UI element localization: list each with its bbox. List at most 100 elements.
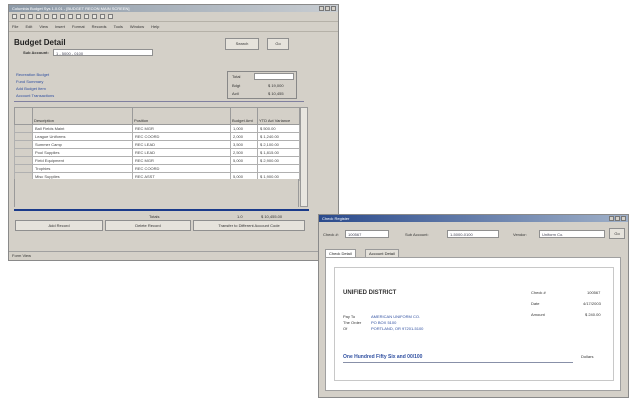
filter-icon[interactable] [76, 14, 81, 19]
vertical-scrollbar[interactable] [300, 107, 308, 207]
cell-description[interactable]: Field Equipment [32, 156, 133, 165]
cell-amount[interactable]: 2,500 [230, 148, 258, 157]
budget-detail-window: Columbia Budget Sys 1.0.01 - [BUDGET REC… [8, 4, 339, 261]
cell-ytd[interactable]: $ 1,240.00 [257, 132, 300, 141]
copy-icon[interactable] [44, 14, 49, 19]
cell-amount[interactable]: 3,500 [230, 140, 258, 149]
summary-underline [14, 101, 304, 102]
table-row[interactable]: Field Equipment REC MGR 5,000 $ 2,900.00 [14, 156, 300, 165]
menu-bar: File Edit View Insert Format Records Too… [9, 22, 338, 32]
cut-icon[interactable] [36, 14, 41, 19]
menu-records[interactable]: Records [92, 24, 107, 29]
cell-position[interactable]: REC MGR [132, 124, 231, 133]
row-selector[interactable] [14, 132, 33, 141]
table-row[interactable]: Trophies REC COORD [14, 164, 300, 173]
help-icon[interactable] [108, 14, 113, 19]
menu-tools[interactable]: Tools [114, 24, 123, 29]
close-button[interactable] [331, 6, 336, 11]
cell-position[interactable]: REC MGR [132, 156, 231, 165]
cell-ytd[interactable]: $ 2,100.00 [257, 140, 300, 149]
sub-account-field[interactable]: 1 - 5000 - 0100 [53, 49, 153, 56]
check-meta-value-0: 100567 [587, 290, 601, 295]
table-row[interactable]: League Uniforms REC COORD 2,000 $ 1,240.00 [14, 132, 300, 141]
transfer-account-button[interactable]: Transfer to Different Account Code [193, 220, 305, 231]
cell-position[interactable]: REC LEAD [132, 148, 231, 157]
cell-description[interactable]: Pool Supplies [32, 148, 133, 157]
check-sub-account-field[interactable]: 1-5000-0100 [447, 230, 499, 238]
cell-ytd[interactable]: $ 500.00 [257, 124, 300, 133]
menu-insert[interactable]: Insert [55, 24, 65, 29]
status-bar: Form View [9, 251, 338, 260]
preview-icon[interactable] [28, 14, 33, 19]
col-description[interactable]: Description [32, 107, 133, 125]
menu-window[interactable]: Window [130, 24, 144, 29]
add-budget-item-field[interactable]: Add Budget Item [16, 86, 46, 91]
menu-edit[interactable]: Edit [25, 24, 32, 29]
totals-box: Total Bdgt $ 19,000 Actl $ 10,455 [227, 71, 297, 99]
paste-icon[interactable] [52, 14, 57, 19]
payee-line-3: PORTLAND, OR 97201-5100 [371, 326, 424, 331]
col-budget-amt[interactable]: Budget Amt [230, 107, 258, 125]
row-selector[interactable] [14, 148, 33, 157]
delete-record-button[interactable]: Delete Record [105, 220, 191, 231]
total-label: Total [232, 74, 241, 79]
col-ytd-variance[interactable]: YTD Act Variance [257, 107, 300, 125]
new-record-icon[interactable] [92, 14, 97, 19]
menu-format[interactable]: Format [72, 24, 85, 29]
recreation-budget-field[interactable]: Recreation Budget [16, 72, 49, 77]
minimize-button[interactable] [319, 6, 324, 11]
cell-position[interactable]: REC COORD [132, 164, 231, 173]
tab-account-detail[interactable]: Account Detail [365, 249, 399, 257]
cell-amount[interactable]: 2,000 [230, 132, 258, 141]
row-selector[interactable] [14, 164, 33, 173]
find-icon[interactable] [84, 14, 89, 19]
search-button[interactable]: Search [225, 38, 259, 50]
maximize-button[interactable] [325, 6, 330, 11]
row-selector[interactable] [14, 140, 33, 149]
district-name: UNIFIED DISTRICT [343, 290, 397, 296]
cell-amount[interactable]: 1,000 [230, 124, 258, 133]
check-close-button[interactable] [621, 216, 626, 221]
delete-record-icon[interactable] [100, 14, 105, 19]
cell-amount[interactable]: 5,000 [230, 156, 258, 165]
cell-amount[interactable] [230, 164, 258, 173]
pay-to-label: Pay To The Order Of [343, 314, 362, 331]
check-sub-account-label: Sub Account: [405, 232, 429, 237]
check-go-button[interactable]: Go [609, 228, 625, 239]
tab-check-detail[interactable]: Check Detail [325, 249, 356, 257]
total-field[interactable] [254, 73, 294, 80]
check-maximize-button[interactable] [615, 216, 620, 221]
vendor-field[interactable]: Uniform Co. [539, 230, 605, 238]
go-button[interactable]: Go [267, 38, 289, 50]
menu-file[interactable]: File [12, 24, 18, 29]
cell-ytd[interactable] [257, 164, 300, 173]
budget-window-title: Columbia Budget Sys 1.0.01 - [BUDGET REC… [12, 6, 130, 11]
col-position[interactable]: Position [132, 107, 231, 125]
undo-icon[interactable] [60, 14, 65, 19]
cell-description[interactable]: Ball Fields Maint [32, 124, 133, 133]
cell-description[interactable]: Trophies [32, 164, 133, 173]
menu-help[interactable]: Help [151, 24, 159, 29]
check-window-titlebar: Check Register [319, 215, 628, 222]
cell-ytd[interactable]: $ 2,900.00 [257, 156, 300, 165]
fund-summary-field[interactable]: Fund Summary [16, 79, 43, 84]
table-row[interactable]: Pool Supplies REC LEAD 2,500 $ 1,815.00 [14, 148, 300, 157]
cell-position[interactable]: REC LEAD [132, 140, 231, 149]
cell-ytd[interactable]: $ 1,815.00 [257, 148, 300, 157]
row-selector[interactable] [14, 156, 33, 165]
save-icon[interactable] [12, 14, 17, 19]
add-record-button[interactable]: Add Record [15, 220, 103, 231]
toolbar [9, 12, 338, 22]
row-selector[interactable] [14, 124, 33, 133]
cell-description[interactable]: League Uniforms [32, 132, 133, 141]
account-transactions-field[interactable]: Account Transactions [16, 93, 54, 98]
cell-description[interactable]: Summer Camp [32, 140, 133, 149]
print-icon[interactable] [20, 14, 25, 19]
table-row[interactable]: Summer Camp REC LEAD 3,500 $ 2,100.00 [14, 140, 300, 149]
menu-view[interactable]: View [39, 24, 48, 29]
sort-icon[interactable] [68, 14, 73, 19]
check-number-field[interactable]: 100567 [345, 230, 389, 238]
check-minimize-button[interactable] [609, 216, 614, 221]
cell-position[interactable]: REC COORD [132, 132, 231, 141]
table-row[interactable]: Ball Fields Maint REC MGR 1,000 $ 500.00 [14, 124, 300, 133]
